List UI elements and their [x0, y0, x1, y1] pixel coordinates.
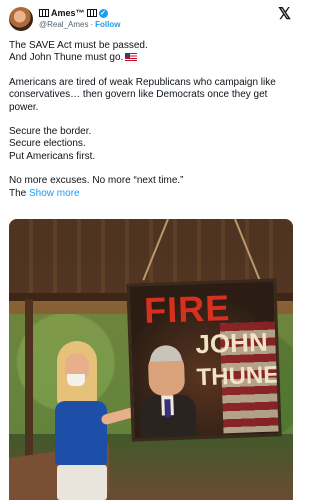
piano-icon — [39, 9, 49, 17]
tweet-line: Put Americans first. — [9, 150, 96, 162]
portrait-tie — [164, 399, 171, 418]
tweet-header: Ames™ ✓ @Real_Ames · Follow 𝕏 — [9, 7, 293, 33]
tweet-line: The SAVE Act must be passed. — [9, 40, 148, 51]
portrait — [137, 344, 197, 442]
tweet-line: And John Thune must go. — [9, 52, 293, 64]
author-handle[interactable]: @Real_Ames — [39, 20, 88, 29]
tweet-line-text: The — [9, 187, 27, 199]
author-name-row: Ames™ ✓ — [39, 8, 108, 18]
tweet-text: The SAVE Act must be passed. And John Th… — [9, 40, 293, 200]
piano-icon — [86, 9, 97, 17]
sign-text-john: JOHN — [194, 326, 269, 360]
verified-icon: ✓ — [98, 8, 108, 18]
show-more-link[interactable]: Show more — [29, 188, 80, 199]
tweet-line: Americans are tired of weak Republicans … — [9, 76, 276, 113]
tweet-line-text: And John Thune must go. — [9, 52, 124, 64]
tweet-line: Secure the border. — [9, 126, 92, 138]
handle-row: @Real_Ames · Follow — [39, 20, 120, 29]
blue-top — [55, 401, 107, 465]
shorts — [57, 465, 107, 500]
tweet-line: No more excuses. No more “next time.” — [9, 175, 184, 187]
us-flag-icon — [125, 53, 138, 62]
coffee-cup — [67, 374, 85, 386]
fire-john-thune-sign: FIRE JOHN THUNE — [126, 278, 282, 442]
avatar[interactable] — [9, 7, 33, 31]
sign-text-thune: THUNE — [196, 361, 280, 392]
sign-text-fire: FIRE — [143, 287, 231, 332]
portrait-hair — [149, 344, 183, 362]
follow-button[interactable]: Follow — [95, 20, 120, 29]
separator: · — [90, 20, 94, 29]
tweet-image[interactable]: FIRE JOHN THUNE — [9, 219, 293, 500]
tweet-line: The Show more — [9, 188, 293, 200]
tweet-line: Secure elections. — [9, 138, 86, 150]
x-logo-icon[interactable]: 𝕏 — [278, 7, 291, 23]
author-name[interactable]: Ames™ — [51, 8, 85, 18]
woman-figure — [47, 341, 138, 500]
